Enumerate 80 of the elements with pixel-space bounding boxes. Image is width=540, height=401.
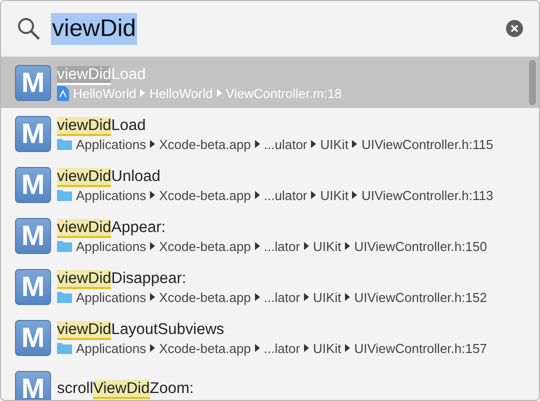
path-label: UIKit (320, 188, 348, 202)
path-label: UIViewController.h:152 (354, 290, 487, 304)
path-label: Xcode-beta.app (159, 238, 251, 254)
path-label: UIViewController.h:157 (354, 340, 487, 356)
clear-icon[interactable] (506, 20, 523, 37)
result-title: scrollViewDidZoom: (57, 379, 194, 398)
chevron-icon (352, 140, 358, 148)
path-label: Applications (76, 340, 146, 356)
path-label: HelloWorld (149, 86, 213, 100)
search-query: viewDid (51, 12, 138, 44)
result-row[interactable]: M viewDidDisappear: Applications Xcode-beta.app ...lator UIKit UIViewController.h:152 (1, 261, 539, 312)
chevron-icon (304, 344, 310, 352)
method-icon: M (15, 166, 51, 202)
method-icon: M (15, 116, 51, 152)
folder-icon (57, 240, 72, 252)
path-label: Applications (76, 290, 146, 304)
scrollbar-thumb[interactable] (529, 60, 536, 105)
chevron-icon (311, 140, 316, 148)
path-label: ...lator (264, 238, 300, 254)
result-row[interactable]: M viewDidLayoutSubviews Applications Xcode-beta.app ...lator UIKit UIViewController.h:157 (1, 312, 539, 363)
path-label: Xcode-beta.app (159, 188, 251, 202)
chevron-icon (345, 242, 350, 250)
path-label: ...ulator (264, 136, 308, 152)
path-label: UIKit (313, 340, 342, 356)
method-icon: M (15, 218, 51, 254)
path-label: Applications (76, 188, 146, 202)
document-icon (57, 86, 69, 100)
chevron-icon (216, 89, 222, 97)
folder-icon (57, 291, 72, 303)
method-icon: M (15, 268, 51, 304)
chevron-icon (304, 293, 310, 301)
method-icon: M (15, 64, 51, 100)
path-label: Xcode-beta.app (159, 290, 251, 304)
chevron-icon (345, 293, 350, 301)
path-label: ...lator (264, 290, 300, 304)
path-label: Xcode-beta.app (159, 340, 251, 356)
result-row[interactable]: M viewDidUnload Applications Xcode-beta.app ...ulator UIKit UIViewController.h:113 (1, 159, 539, 210)
chevron-icon (150, 344, 156, 352)
chevron-icon (254, 140, 260, 148)
result-row[interactable]: M viewDidLoad Applications Xcode-beta.app ...ulator UIKit UIViewController.h:115 (1, 108, 539, 159)
chevron-icon (311, 191, 316, 199)
folder-icon (57, 189, 72, 201)
chevron-icon (140, 89, 146, 97)
path-label: UIKit (320, 136, 348, 152)
path-label: Applications (76, 238, 146, 254)
result-title: viewDidLoad (57, 64, 147, 84)
chevron-icon (150, 242, 156, 250)
path-label: Xcode-beta.app (159, 136, 251, 152)
result-row[interactable]: M viewDidAppear: Applications Xcode-beta.app ...lator UIKit UIViewController.h:150 (1, 210, 539, 261)
chevron-icon (304, 242, 310, 250)
result-title: viewDidLoad (57, 116, 147, 134)
chevron-icon (254, 293, 260, 301)
chevron-icon (150, 191, 156, 199)
result-title: viewDidUnload (57, 166, 162, 186)
result-row[interactable]: M scrollViewDidZoom: (1, 363, 539, 400)
path-label: UIViewController.h:113 (361, 188, 494, 202)
folder-icon (57, 342, 72, 354)
method-icon: M (15, 320, 51, 356)
chevron-icon (345, 344, 350, 352)
path-label: UIViewController.h:150 (354, 238, 487, 254)
method-icon: M (15, 370, 51, 400)
chevron-icon (254, 344, 260, 352)
folder-icon (57, 138, 72, 150)
result-title: viewDidAppear: (57, 218, 167, 236)
path-label: ...ulator (264, 188, 308, 202)
chevron-icon (254, 242, 260, 250)
chevron-icon (150, 140, 156, 148)
path-label: UIKit (313, 290, 342, 304)
chevron-icon (352, 191, 358, 199)
path-label: UIKit (313, 238, 342, 254)
path-label: UIViewController.h:115 (361, 136, 494, 152)
path-label: ...lator (264, 340, 300, 356)
path-label: HelloWorld (73, 86, 136, 100)
path-label: ViewController.m:18 (226, 86, 342, 100)
chevron-icon (150, 293, 156, 301)
result-title: viewDidLayoutSubviews (57, 320, 226, 338)
search-icon (17, 16, 41, 40)
result-title: viewDidDisappear: (57, 268, 188, 288)
path-label: Applications (76, 136, 146, 152)
chevron-icon (254, 191, 260, 199)
